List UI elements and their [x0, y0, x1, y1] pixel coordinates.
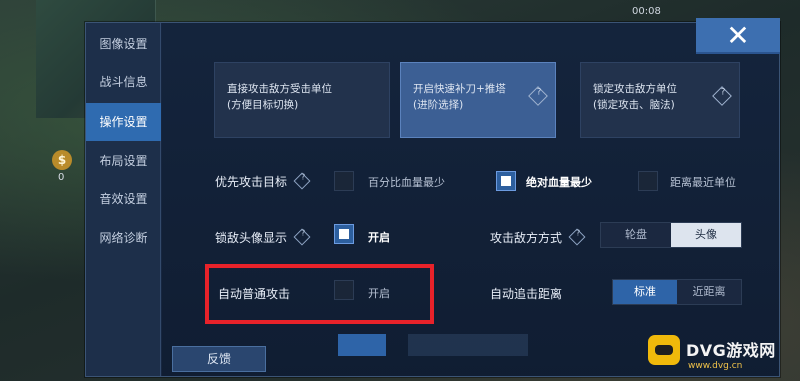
mode-card-subtitle: (锁定攻击、脑法)	[593, 99, 675, 111]
gold-coin-icon: $	[52, 150, 72, 170]
tab-sound-settings[interactable]: 音效设置	[86, 180, 161, 218]
tab-network-diagnosis[interactable]: 网络诊断	[86, 219, 161, 257]
close-icon: ✕	[726, 19, 750, 52]
lock-avatar-checkbox[interactable]	[334, 224, 354, 244]
partial-row-segmented-control[interactable]	[408, 334, 528, 356]
tab-battle-info[interactable]: 战斗信息	[86, 63, 161, 101]
lock-avatar-option-label: 开启	[368, 231, 390, 244]
feedback-button[interactable]: 反馈	[172, 346, 266, 372]
settings-sidebar: 图像设置 战斗信息 操作设置 布局设置 音效设置 网络诊断	[86, 23, 161, 376]
partial-row-toggle[interactable]	[338, 334, 386, 356]
mode-card-lock-target[interactable]: 锁定攻击敌方单位 (锁定攻击、脑法)	[580, 62, 740, 138]
highlight-annotation	[205, 264, 434, 324]
attack-mode-avatar[interactable]: 头像	[671, 223, 741, 247]
help-icon[interactable]	[712, 86, 732, 106]
attack-mode-segmented-control: 轮盘 头像	[600, 222, 742, 248]
attack-mode-wheel[interactable]: 轮盘	[601, 223, 671, 247]
option-absolute-hp-label: 绝对血量最少	[526, 176, 592, 189]
option-nearest-unit-label: 距离最近单位	[670, 176, 736, 189]
option-absolute-hp-checkbox[interactable]	[496, 171, 516, 191]
auto-chase-standard[interactable]: 标准	[613, 280, 677, 304]
mode-card-quick-last-hit[interactable]: 开启快速补刀+推塔 (进阶选择)	[400, 62, 556, 138]
mode-card-title: 锁定攻击敌方单位	[593, 83, 677, 95]
watermark-brand: DVG游戏网	[686, 341, 776, 360]
attack-mode-label: 攻击敌方方式	[490, 231, 563, 245]
option-percent-hp-checkbox[interactable]	[334, 171, 354, 191]
help-icon[interactable]	[528, 86, 548, 106]
mode-card-direct-attack[interactable]: 直接攻击敌方受击单位 (方便目标切换)	[214, 62, 390, 138]
mode-card-title: 直接攻击敌方受击单位	[227, 83, 332, 95]
watermark-logo-icon	[648, 335, 680, 365]
watermark-url: www.dvg.cn	[688, 361, 743, 371]
gold-count: 0	[58, 172, 65, 183]
auto-chase-segmented-control: 标准 近距离	[612, 279, 742, 305]
mode-card-subtitle: (进阶选择)	[413, 99, 464, 111]
option-nearest-unit-checkbox[interactable]	[638, 171, 658, 191]
close-button[interactable]: ✕	[696, 18, 780, 54]
lock-avatar-label: 锁敌头像显示	[215, 231, 288, 245]
tab-layout-settings[interactable]: 布局设置	[86, 142, 161, 180]
mode-card-subtitle: (方便目标切换)	[227, 99, 299, 111]
tab-image-settings[interactable]: 图像设置	[86, 25, 161, 63]
auto-chase-label: 自动追击距离	[490, 287, 563, 301]
priority-target-label: 优先攻击目标	[215, 175, 288, 189]
mode-card-title: 开启快速补刀+推塔	[413, 83, 506, 95]
auto-chase-close-range[interactable]: 近距离	[677, 280, 741, 304]
game-timer: 00:08	[632, 6, 661, 17]
tab-operation-settings[interactable]: 操作设置	[86, 103, 161, 141]
option-percent-hp-label: 百分比血量最少	[368, 176, 445, 189]
